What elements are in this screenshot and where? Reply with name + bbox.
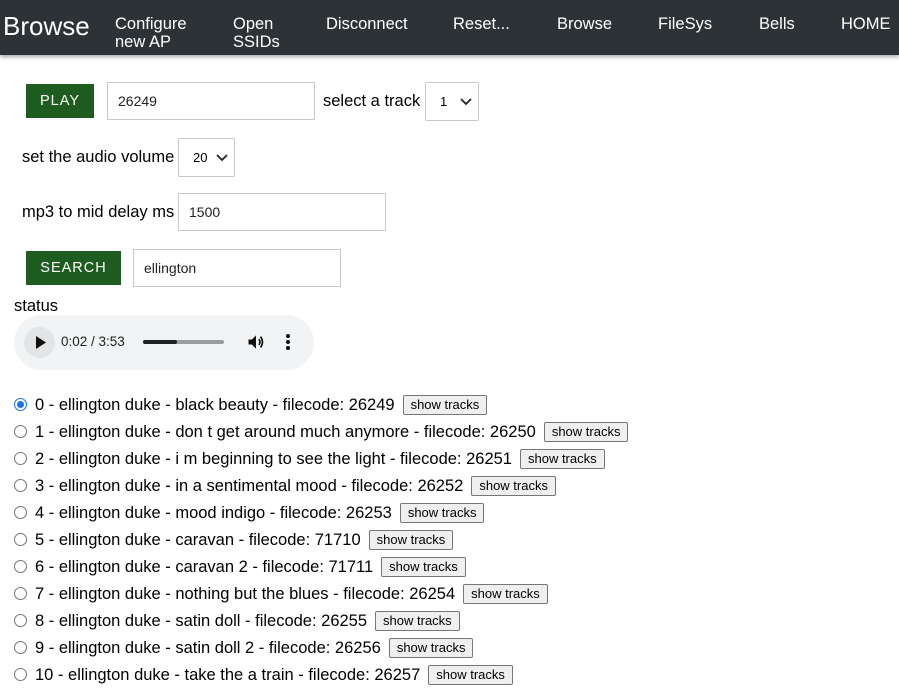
result-row: 10 - ellington duke - take the a train -…: [0, 662, 899, 689]
result-row: 9 - ellington duke - satin doll 2 - file…: [0, 635, 899, 662]
show-tracks-button[interactable]: show tracks: [519, 448, 605, 469]
nav-item-line1: Disconnect: [326, 15, 408, 33]
delay-label: mp3 to mid delay ms: [22, 203, 175, 221]
result-row: 6 - ellington duke - caravan 2 - filecod…: [0, 554, 899, 581]
result-text: 5 - ellington duke - caravan - filecode:…: [35, 531, 361, 549]
result-radio[interactable]: [14, 560, 27, 573]
nav-item-line1: Configure: [115, 15, 187, 33]
result-radio[interactable]: [14, 479, 27, 492]
result-text: 2 - ellington duke - i m beginning to se…: [35, 450, 512, 468]
track-select-label: select a track: [323, 92, 421, 110]
search-input[interactable]: [133, 249, 341, 287]
result-text: 8 - ellington duke - satin doll - fileco…: [35, 612, 368, 630]
result-radio[interactable]: [14, 533, 27, 546]
result-label: 4 - ellington duke - mood indigo - filec…: [35, 502, 485, 524]
show-tracks-button[interactable]: show tracks: [388, 637, 474, 658]
show-tracks-button[interactable]: show tracks: [463, 583, 548, 604]
result-text: 10 - ellington duke - take the a train -…: [35, 666, 421, 684]
top-navbar: Browse Configure new AP Open SSIDs Disco…: [0, 0, 899, 55]
track-select-value: 1: [440, 94, 448, 109]
audio-play-button[interactable]: [24, 327, 55, 358]
show-tracks-button[interactable]: show tracks: [402, 394, 488, 415]
result-radio[interactable]: [14, 452, 27, 465]
nav-browse[interactable]: Browse: [557, 15, 612, 33]
result-radio[interactable]: [14, 641, 27, 654]
nav-item-line1: Reset...: [453, 15, 510, 33]
nav-filesys[interactable]: FileSys: [658, 15, 712, 33]
result-radio[interactable]: [14, 506, 27, 519]
result-text: 1 - ellington duke - don t get around mu…: [35, 423, 536, 441]
audio-time-display: 0:02 / 3:53: [61, 334, 125, 349]
audio-progress-fill: [143, 340, 178, 344]
nav-configure-new-ap[interactable]: Configure new AP: [115, 15, 187, 51]
show-tracks-button[interactable]: show tracks: [543, 421, 629, 442]
result-label: 6 - ellington duke - caravan 2 - filecod…: [35, 556, 466, 578]
volume-select-value: 20: [193, 150, 208, 165]
result-label: 9 - ellington duke - satin doll 2 - file…: [35, 637, 474, 659]
chevron-down-icon: [460, 97, 472, 105]
nav-reset[interactable]: Reset...: [453, 15, 510, 33]
show-tracks-button[interactable]: show tracks: [375, 610, 460, 631]
result-text: 7 - ellington duke - nothing but the blu…: [35, 585, 456, 603]
play-icon: [36, 336, 46, 349]
show-tracks-button[interactable]: show tracks: [381, 556, 466, 577]
result-row: 8 - ellington duke - satin doll - fileco…: [0, 608, 899, 635]
search-button[interactable]: SEARCH: [26, 251, 121, 285]
result-row: 1 - ellington duke - don t get around mu…: [0, 419, 899, 446]
result-radio[interactable]: [14, 614, 27, 627]
nav-item-line1: HOME: [841, 15, 891, 33]
result-text: 0 - ellington duke - black beauty - file…: [35, 396, 395, 414]
result-row: 7 - ellington duke - nothing but the blu…: [0, 581, 899, 608]
show-tracks-button[interactable]: show tracks: [368, 529, 454, 550]
volume-select[interactable]: 20: [178, 138, 235, 177]
volume-icon[interactable]: [246, 332, 266, 352]
nav-bells[interactable]: Bells: [759, 15, 795, 33]
brand-title[interactable]: Browse: [3, 11, 90, 41]
result-radio[interactable]: [14, 425, 27, 438]
result-label: 8 - ellington duke - satin doll - fileco…: [35, 610, 460, 632]
result-text: 9 - ellington duke - satin doll 2 - file…: [35, 639, 381, 657]
more-options-icon[interactable]: [284, 332, 292, 352]
result-row: 3 - ellington duke - in a sentimental mo…: [0, 473, 899, 500]
filecode-input[interactable]: [107, 82, 315, 120]
nav-item-line1: Open: [233, 15, 274, 33]
result-row: 2 - ellington duke - i m beginning to se…: [0, 446, 899, 473]
result-label: 1 - ellington duke - don t get around mu…: [35, 421, 629, 443]
chevron-down-icon: [216, 153, 228, 161]
result-row: 0 - ellington duke - black beauty - file…: [0, 392, 899, 419]
nav-item-line1: FileSys: [658, 15, 713, 33]
show-tracks-button[interactable]: show tracks: [399, 502, 485, 523]
audio-progress-bar[interactable]: [143, 340, 224, 344]
result-row: 4 - ellington duke - mood indigo - filec…: [0, 500, 899, 527]
volume-label: set the audio volume: [22, 148, 175, 166]
play-button[interactable]: PLAY: [26, 84, 94, 118]
result-row: 5 - ellington duke - caravan - filecode:…: [0, 527, 899, 554]
result-radio[interactable]: [14, 587, 27, 600]
show-tracks-button[interactable]: show tracks: [471, 475, 556, 496]
nav-disconnect[interactable]: Disconnect: [326, 15, 408, 33]
result-radio[interactable]: [14, 668, 27, 681]
result-label: 5 - ellington duke - caravan - filecode:…: [35, 529, 454, 551]
nav-item-line2: SSIDs: [233, 33, 280, 51]
track-select[interactable]: 1: [425, 82, 479, 121]
result-label: 0 - ellington duke - black beauty - file…: [35, 394, 488, 416]
result-text: 4 - ellington duke - mood indigo - filec…: [35, 504, 392, 522]
nav-open-ssids[interactable]: Open SSIDs: [233, 15, 280, 51]
result-label: 7 - ellington duke - nothing but the blu…: [35, 583, 548, 605]
nav-item-line1: Browse: [557, 15, 613, 33]
result-radio[interactable]: [14, 398, 27, 411]
result-label: 10 - ellington duke - take the a train -…: [35, 664, 513, 686]
show-tracks-button[interactable]: show tracks: [428, 664, 513, 685]
nav-home[interactable]: HOME: [841, 15, 891, 33]
status-label: status: [14, 297, 59, 315]
result-text: 3 - ellington duke - in a sentimental mo…: [35, 477, 464, 495]
result-text: 6 - ellington duke - caravan 2 - filecod…: [35, 558, 374, 576]
result-label: 3 - ellington duke - in a sentimental mo…: [35, 475, 556, 497]
nav-item-line1: Bells: [759, 15, 795, 33]
result-label: 2 - ellington duke - i m beginning to se…: [35, 448, 605, 470]
nav-item-line2: new AP: [115, 33, 171, 51]
audio-player: 0:02 / 3:53: [14, 315, 314, 370]
delay-input[interactable]: [178, 193, 386, 231]
